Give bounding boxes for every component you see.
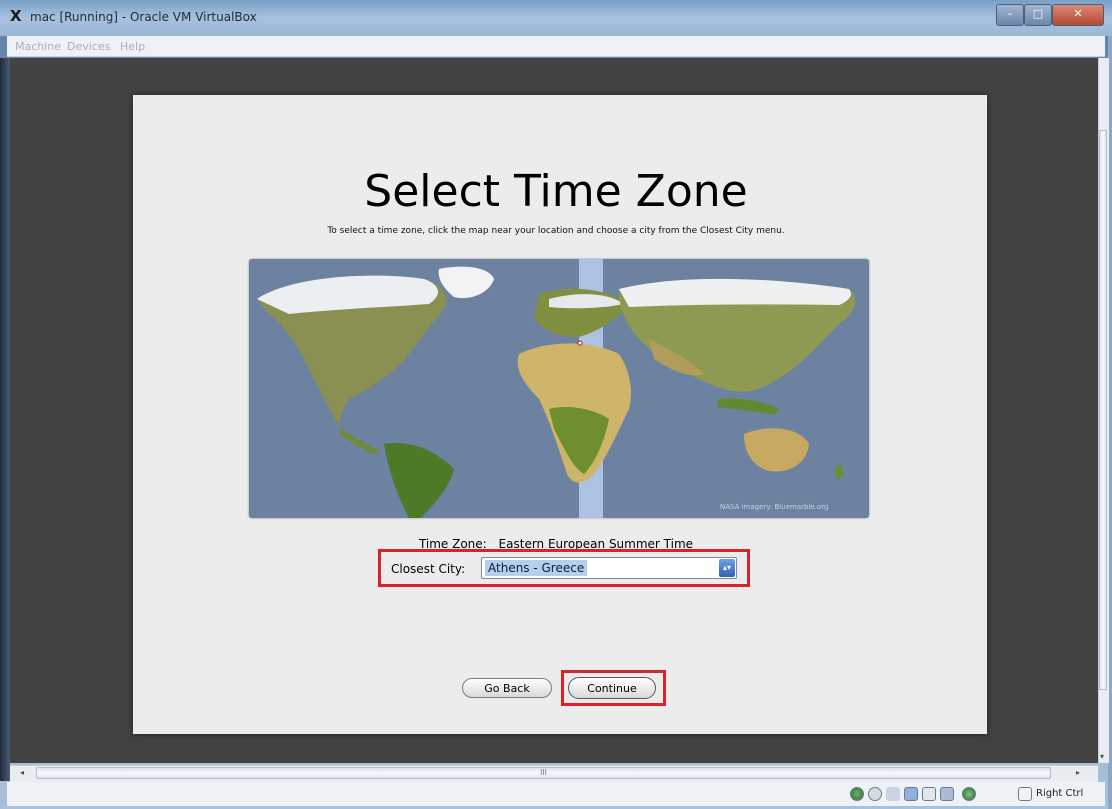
shared-folders-icon[interactable] <box>922 787 936 801</box>
title-bar[interactable]: X mac [Running] - Oracle VM VirtualBox –… <box>0 0 1112 36</box>
maximize-button[interactable]: □ <box>1024 4 1052 26</box>
scroll-left-arrow[interactable]: ◂ <box>20 768 24 777</box>
hard-disk-icon[interactable] <box>850 787 864 801</box>
closest-city-value: Athens - Greece <box>485 560 588 576</box>
display-icon[interactable] <box>940 787 954 801</box>
optical-drive-icon[interactable] <box>868 787 882 801</box>
mouse-integration-icon[interactable] <box>962 787 976 801</box>
usb-icon[interactable] <box>886 787 900 801</box>
closest-city-select[interactable]: Athens - Greece ▴▾ <box>481 557 737 579</box>
world-map[interactable] <box>249 259 869 518</box>
menu-help[interactable]: Help <box>120 40 145 53</box>
host-key-icon <box>1018 787 1032 801</box>
closest-city-label: Closest City: <box>391 562 466 576</box>
continue-button[interactable]: Continue <box>568 677 656 699</box>
close-button[interactable]: ✕ <box>1052 4 1104 26</box>
page-subtitle: To select a time zone, click the map nea… <box>327 226 785 236</box>
scroll-right-arrow[interactable]: ▸ <box>1076 768 1080 777</box>
menu-machine[interactable]: Machine <box>15 40 61 53</box>
go-back-button[interactable]: Go Back <box>462 678 552 698</box>
window-title: mac [Running] - Oracle VM VirtualBox <box>30 10 257 24</box>
menu-devices[interactable]: Devices <box>67 40 110 53</box>
map-credit: NASA imagery: Bluemarble.org <box>720 503 829 511</box>
dropdown-arrow-icon[interactable]: ▴▾ <box>719 559 735 577</box>
host-key-label: Right Ctrl <box>1036 788 1084 799</box>
menu-bar: Machine Devices Help <box>7 36 1105 57</box>
horizontal-scroll-thumb[interactable]: III <box>36 767 1051 779</box>
network-icon[interactable] <box>904 787 918 801</box>
scroll-down-arrow[interactable]: ▾ <box>1100 752 1104 761</box>
page-title: Select Time Zone <box>364 166 748 217</box>
virtualbox-icon: X <box>10 7 22 25</box>
world-map-image <box>249 259 869 518</box>
minimize-button[interactable]: – <box>996 4 1024 26</box>
